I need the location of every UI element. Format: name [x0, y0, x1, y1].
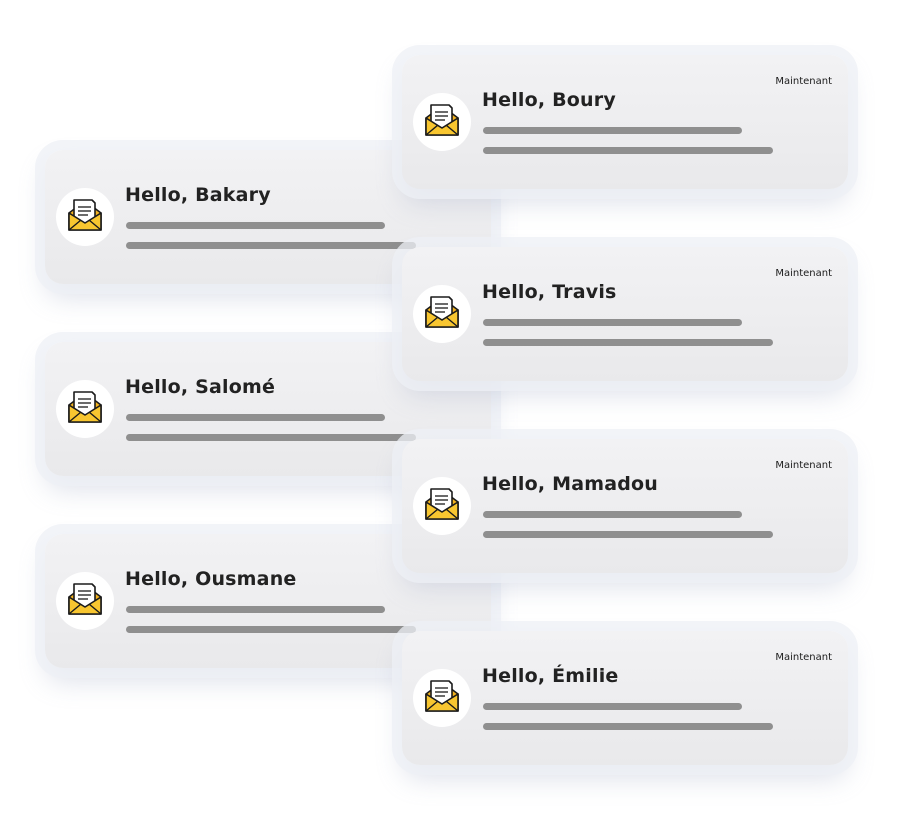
- message-preview-line: [126, 626, 416, 633]
- notification-timestamp: Maintenant: [775, 76, 832, 87]
- message-preview-line: [483, 531, 773, 538]
- notification-timestamp: Maintenant: [775, 652, 832, 663]
- notification-title: Hello, Ousmane: [125, 568, 297, 590]
- notification-card-mamadou[interactable]: Maintenant Hello, Mamadou: [402, 439, 848, 573]
- notification-card-emilie[interactable]: Maintenant Hello, Émilie: [402, 631, 848, 765]
- notification-title: Hello, Travis: [482, 281, 617, 303]
- open-envelope-icon: [425, 104, 459, 136]
- message-preview-line: [483, 319, 742, 326]
- message-preview-line: [126, 434, 416, 441]
- message-preview-line: [483, 511, 742, 518]
- mail-avatar: [413, 477, 471, 535]
- mail-avatar: [56, 188, 114, 246]
- notification-timestamp: Maintenant: [775, 268, 832, 279]
- notification-title: Hello, Émilie: [482, 665, 619, 687]
- mail-avatar: [56, 380, 114, 438]
- open-envelope-icon: [68, 391, 102, 423]
- notification-card-boury[interactable]: Maintenant Hello, Boury: [402, 55, 848, 189]
- mail-avatar: [56, 572, 114, 630]
- notification-title: Hello, Salomé: [125, 376, 276, 398]
- message-preview-line: [483, 127, 742, 134]
- open-envelope-icon: [425, 680, 459, 712]
- message-preview-line: [483, 339, 773, 346]
- message-preview-line: [126, 414, 385, 421]
- notification-title: Hello, Mamadou: [482, 473, 659, 495]
- mail-avatar: [413, 285, 471, 343]
- notification-card-travis[interactable]: Maintenant Hello, Travis: [402, 247, 848, 381]
- message-preview-line: [483, 703, 742, 710]
- open-envelope-icon: [425, 488, 459, 520]
- open-envelope-icon: [68, 583, 102, 615]
- notification-title: Hello, Boury: [482, 89, 616, 111]
- notification-title: Hello, Bakary: [125, 184, 271, 206]
- message-preview-line: [126, 242, 416, 249]
- open-envelope-icon: [425, 296, 459, 328]
- mail-avatar: [413, 669, 471, 727]
- open-envelope-icon: [68, 199, 102, 231]
- message-preview-line: [126, 222, 385, 229]
- mail-avatar: [413, 93, 471, 151]
- message-preview-line: [483, 147, 773, 154]
- notification-timestamp: Maintenant: [775, 460, 832, 471]
- message-preview-line: [483, 723, 773, 730]
- message-preview-line: [126, 606, 385, 613]
